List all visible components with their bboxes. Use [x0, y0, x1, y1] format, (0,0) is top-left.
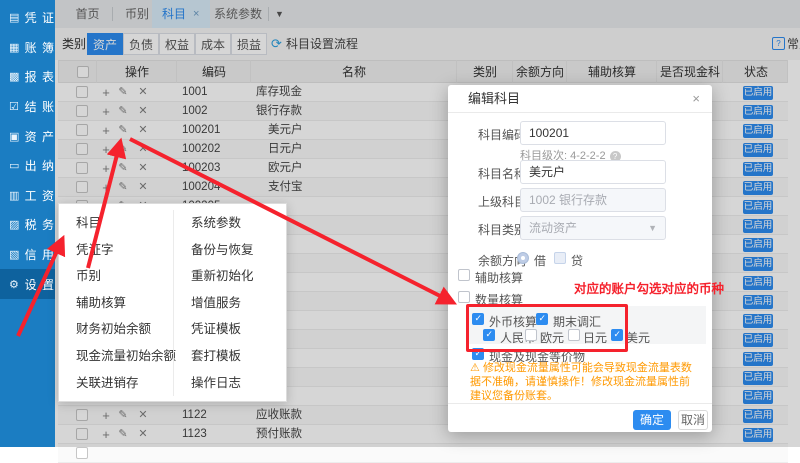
cash-equivalents-checkbox[interactable]: [472, 348, 484, 360]
sidebar-item-payroll[interactable]: ▥ 工 资: [0, 181, 55, 211]
popup-right-column: 系统参数 备份与恢复 重新初始化 增值服务 凭证模板 套打模板 操作日志: [173, 210, 287, 396]
sidebar-item-settings[interactable]: ⚙ 设 置: [0, 269, 55, 299]
edit-subject-dialog: 编辑科目 × 科目编码 100201 科目级次: 4-2-2-2? 科目名称 美…: [448, 85, 712, 432]
menu-item-voucher-template[interactable]: 凭证模板: [174, 316, 287, 343]
cancel-button[interactable]: 取消: [678, 410, 708, 430]
menu-item-operation-log[interactable]: 操作日志: [174, 370, 287, 397]
sidebar-item-asset[interactable]: ▣ 资 产: [0, 121, 55, 151]
gear-icon: ⚙: [9, 278, 20, 291]
menu-item-value-added-services[interactable]: 增值服务: [174, 290, 287, 317]
menu-item-link-inventory[interactable]: 关联进销存: [59, 370, 172, 397]
dialog-title: 编辑科目: [468, 85, 520, 113]
category-label: 科目类别: [478, 221, 526, 238]
tax-icon: ▨: [9, 218, 20, 231]
category-select: 流动资产 ▼: [520, 216, 666, 240]
menu-item-backup-restore[interactable]: 备份与恢复: [174, 237, 287, 264]
sidebar-item-credit[interactable]: ▧ 信 用: [0, 240, 55, 270]
voucher-icon: ▤: [9, 11, 20, 24]
asset-icon: ▣: [9, 130, 20, 143]
category-value: 流动资产: [529, 221, 577, 235]
menu-item-print-template[interactable]: 套打模板: [174, 343, 287, 370]
menu-item-aux-accounting[interactable]: 辅助核算: [59, 290, 172, 317]
name-label: 科目名称: [478, 165, 526, 182]
aux-accounting-checkbox[interactable]: [458, 269, 470, 281]
sidebar-item-label: 凭 证: [25, 9, 55, 26]
sidebar-item-tax[interactable]: ▨ 税 务: [0, 210, 55, 240]
sidebar-item-ledger[interactable]: ▦ 账 簿: [0, 33, 55, 63]
closing-icon: ☑: [9, 100, 20, 113]
eur-checkbox[interactable]: [525, 329, 537, 341]
sidebar-item-label: 信 用: [25, 246, 55, 263]
foreign-currency-label: 外币核算: [489, 313, 537, 330]
credit-label: 贷: [571, 252, 583, 269]
cny-checkbox[interactable]: [483, 329, 495, 341]
dialog-header: 编辑科目 ×: [448, 85, 712, 113]
revaluation-label: 期末调汇: [553, 313, 601, 330]
menu-item-reinitialize[interactable]: 重新初始化: [174, 263, 287, 290]
popup-left-column: 科目 凭证字 币别 辅助核算 财务初始余额 现金流量初始余额 关联进销存: [59, 210, 172, 396]
quantity-accounting-checkbox[interactable]: [458, 291, 470, 303]
usd-checkbox[interactable]: [611, 329, 623, 341]
credit-checkbox[interactable]: [554, 252, 566, 264]
credit-icon: ▧: [9, 248, 20, 261]
foreign-currency-checkbox[interactable]: [472, 313, 484, 325]
sidebar-item-label: 设 置: [25, 276, 55, 293]
menu-item-voucher-word[interactable]: 凭证字: [59, 237, 172, 264]
annotation-note: 对应的账户勾选对应的币种: [574, 278, 724, 297]
sidebar-item-cashier[interactable]: ▭ 出 纳: [0, 151, 55, 181]
dialog-footer: 确定 取消: [448, 403, 712, 432]
parent-label: 上级科目: [478, 193, 526, 210]
jpy-checkbox[interactable]: [568, 329, 580, 341]
sidebar-item-label: 资 产: [25, 128, 55, 145]
sidebar-item-label: 账 簿: [25, 39, 55, 56]
sidebar-item-voucher[interactable]: ▤ 凭 证: [0, 3, 55, 33]
menu-item-system-params[interactable]: 系统参数: [174, 210, 287, 237]
payroll-icon: ▥: [9, 189, 20, 202]
menu-item-initial-balance[interactable]: 财务初始余额: [59, 316, 172, 343]
debit-label: 借: [534, 252, 546, 269]
jpy-label: 日元: [583, 329, 607, 346]
sidebar-item-label: 报 表: [25, 68, 55, 85]
chevron-down-icon: ▼: [648, 217, 657, 239]
sidebar-item-report[interactable]: ▩ 报 表: [0, 62, 55, 92]
menu-item-currency[interactable]: 币别: [59, 263, 172, 290]
usd-label: 美元: [626, 329, 650, 346]
menu-item-subjects[interactable]: 科目: [59, 210, 172, 237]
report-icon: ▩: [9, 70, 20, 83]
app-window: { "sidebar": { "items": [ {"label": "凭 证…: [0, 0, 800, 447]
sidebar-item-label: 税 务: [25, 216, 55, 233]
sidebar-item-label: 出 纳: [25, 157, 55, 174]
sidebar-item-closing[interactable]: ☑ 结 账: [0, 92, 55, 122]
cashier-icon: ▭: [9, 159, 20, 172]
debit-radio[interactable]: [517, 252, 529, 264]
code-label: 科目编码: [478, 126, 526, 143]
sidebar-item-label: 工 资: [25, 187, 55, 204]
row-checkbox[interactable]: [76, 447, 88, 459]
parent-input: 1002 银行存款: [520, 188, 666, 212]
aux-accounting-label: 辅助核算: [475, 269, 523, 286]
cashflow-warning: ⚠ 修改现金流量属性可能会导致现金流量表数据不准确，请谨慎操作！修改现金流量属性…: [470, 361, 694, 403]
settings-popup-menu: 科目 凭证字 币别 辅助核算 财务初始余额 现金流量初始余额 关联进销存 系统参…: [58, 203, 287, 402]
eur-label: 欧元: [540, 329, 564, 346]
revaluation-checkbox[interactable]: [536, 313, 548, 325]
code-input[interactable]: 100201: [520, 121, 666, 145]
close-icon[interactable]: ×: [692, 85, 700, 113]
warning-text: 修改现金流量属性可能会导致现金流量表数据不准确，请谨慎操作！修改现金流量属性前建…: [470, 362, 692, 402]
name-input[interactable]: 美元户: [520, 160, 666, 184]
warning-icon: ⚠: [470, 362, 480, 374]
sidebar-item-label: 结 账: [25, 98, 55, 115]
ledger-icon: ▦: [9, 41, 20, 54]
menu-item-cashflow-initial-balance[interactable]: 现金流量初始余额: [59, 343, 172, 370]
sidebar: ▤凭 证 ▦账 簿 ▩报 表 ☑结 账 ▣资 产 ▭出 纳 ▥工 资 ▨税 务 …: [0, 0, 55, 447]
confirm-button[interactable]: 确定: [633, 410, 671, 430]
